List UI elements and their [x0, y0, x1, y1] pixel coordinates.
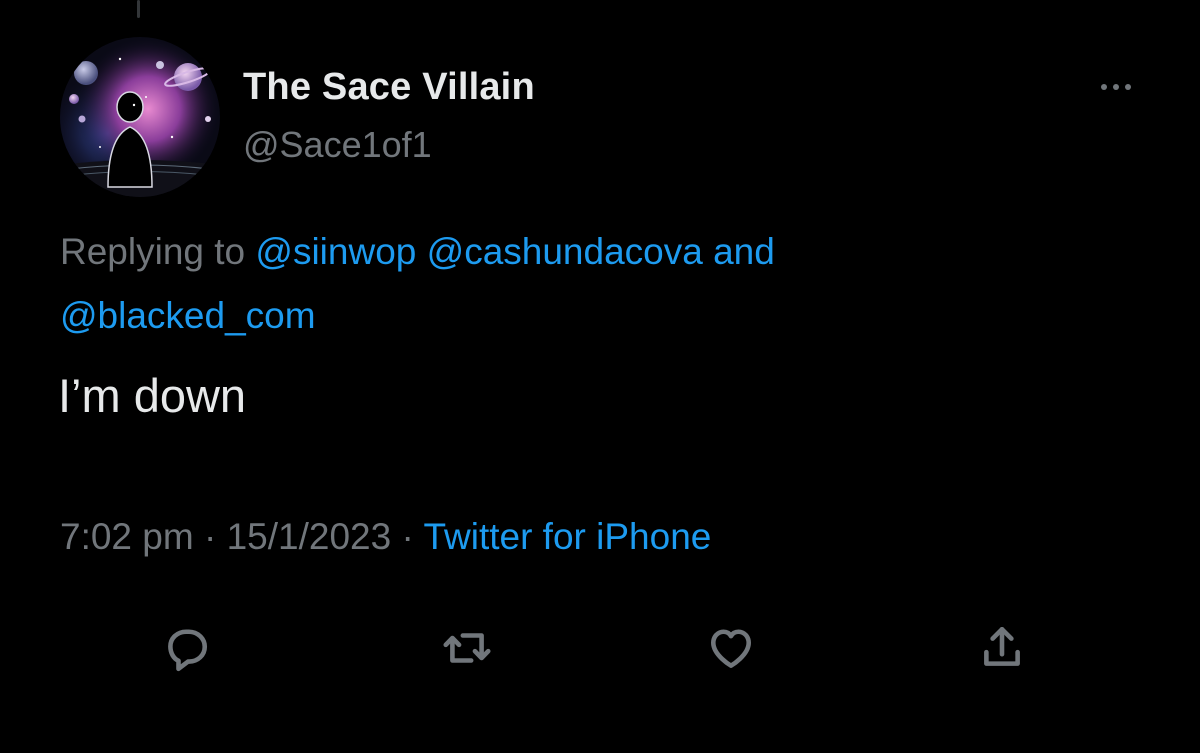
more-icon — [1098, 84, 1134, 90]
tweet-date[interactable]: 15/1/2023 — [227, 516, 392, 557]
reply-prefix: Replying to — [60, 231, 246, 272]
more-options-button[interactable] — [1092, 72, 1140, 102]
retweet-button[interactable] — [439, 620, 495, 676]
tweet-source-link[interactable]: Twitter for iPhone — [423, 516, 711, 557]
thread-connector-line — [137, 0, 140, 18]
reply-icon — [168, 629, 208, 672]
meta-separator: · — [401, 516, 414, 557]
like-button[interactable] — [703, 620, 759, 676]
share-button[interactable] — [974, 620, 1030, 676]
heart-icon — [711, 629, 751, 668]
reply-button[interactable] — [158, 620, 214, 676]
mention-link[interactable]: @cashundacova — [427, 231, 703, 272]
author-display-name[interactable]: The Sace Villain — [243, 66, 535, 109]
avatar-image — [60, 37, 220, 197]
reply-conjunction[interactable]: and — [713, 231, 775, 272]
share-icon — [984, 626, 1020, 666]
avatar[interactable] — [60, 37, 220, 197]
mention-link[interactable]: @siinwop — [255, 231, 416, 272]
tweet-time[interactable]: 7:02 pm — [60, 516, 194, 557]
tweet-text: I’m down — [58, 369, 247, 422]
reply-context: Replying to @siinwop @cashundacova and @… — [60, 220, 1060, 348]
tweet-metadata: 7:02 pm · 15/1/2023 · Twitter for iPhone — [60, 516, 711, 558]
author-handle[interactable]: @Sace1of1 — [243, 124, 432, 166]
meta-separator: · — [203, 516, 217, 557]
retweet-icon — [443, 633, 491, 663]
mention-link[interactable]: @blacked_com — [60, 295, 316, 336]
